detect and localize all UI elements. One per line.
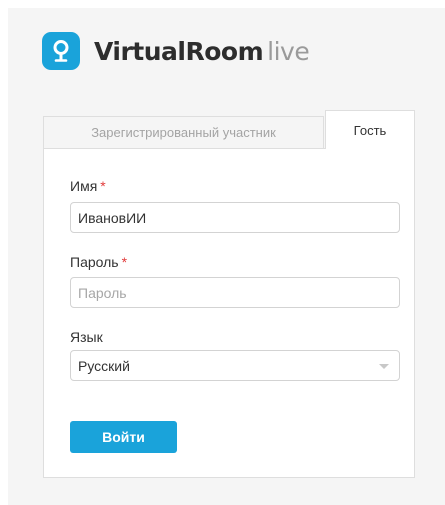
brand-name: VirtualRoom bbox=[94, 36, 264, 66]
name-label-text: Имя bbox=[70, 178, 98, 194]
password-label: Пароль * bbox=[70, 254, 127, 270]
language-selected-value: Русский bbox=[78, 357, 130, 374]
location-pin-glyph bbox=[53, 40, 69, 62]
guest-login-form: Имя* Пароль* Язык Русский Войти bbox=[43, 148, 415, 478]
tab-registered-participant[interactable]: Зарегистрированный участник bbox=[43, 116, 324, 148]
name-required-mark: * bbox=[100, 178, 106, 194]
login-tabs: Зарегистрированный участник Гость bbox=[43, 110, 415, 149]
login-button[interactable]: Войти bbox=[70, 421, 177, 453]
login-page: VirtualRoom live Зарегистрированный учас… bbox=[0, 0, 445, 505]
password-label-text: Пароль bbox=[70, 254, 119, 270]
chevron-down-icon bbox=[379, 364, 389, 369]
brand-logo: VirtualRoom live bbox=[42, 29, 310, 73]
language-select[interactable]: Русский bbox=[70, 350, 400, 381]
location-pin-icon bbox=[42, 32, 80, 70]
tab-guest[interactable]: Гость bbox=[325, 110, 415, 149]
name-input[interactable] bbox=[70, 202, 400, 233]
language-label: Язык bbox=[70, 329, 103, 345]
password-required-mark: * bbox=[121, 254, 128, 270]
brand-suffix: live bbox=[267, 36, 310, 66]
password-input[interactable] bbox=[70, 277, 400, 308]
name-label: Имя * bbox=[70, 178, 106, 194]
